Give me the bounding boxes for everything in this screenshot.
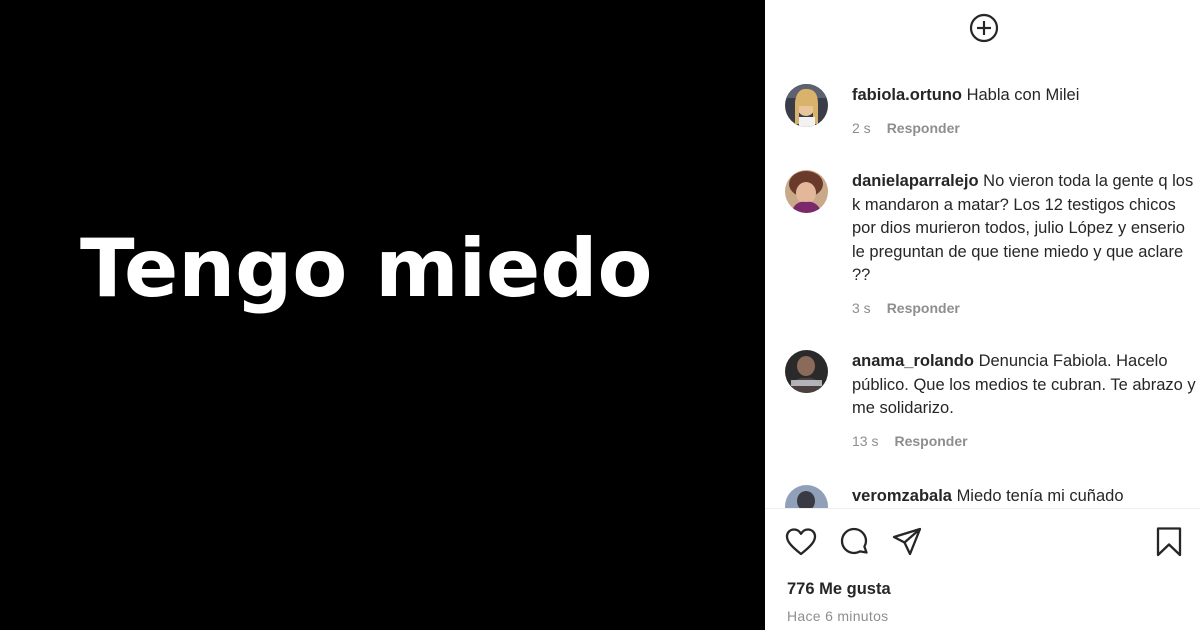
post-timestamp[interactable]: Hace 6 minutos <box>787 608 888 624</box>
reply-button[interactable]: Responder <box>894 430 967 454</box>
divider <box>765 508 1200 509</box>
reply-button[interactable]: Responder <box>887 117 960 141</box>
user-avatar-icon <box>785 350 828 393</box>
comment-body: veromzabala Miedo tenía mi cuñado <box>852 485 1197 508</box>
bookmark-icon <box>1156 527 1182 557</box>
add-comment-button[interactable] <box>968 12 1000 44</box>
avatar[interactable] <box>785 170 828 213</box>
comment-body: fabiola.ortuno Habla con Milei 2 s Respo… <box>852 84 1197 140</box>
avatar[interactable] <box>785 485 828 508</box>
plus-circle-icon <box>969 13 999 43</box>
media-caption-text: Tengo miedo <box>80 222 653 315</box>
reply-button[interactable]: Responder <box>887 297 960 321</box>
comment-time: 13 s <box>852 432 879 449</box>
comment-body: anama_rolando Denuncia Fabiola. Hacelo p… <box>852 350 1197 453</box>
comment-icon <box>840 527 868 555</box>
comment-username[interactable]: danielaparralejo <box>852 172 979 190</box>
comment-text: Miedo tenía mi cuñado <box>956 487 1124 505</box>
share-icon <box>892 527 922 556</box>
post-actions-bar <box>765 522 1200 566</box>
user-avatar-icon <box>785 170 828 213</box>
share-button[interactable] <box>889 522 925 562</box>
avatar[interactable] <box>785 84 828 127</box>
comment-button[interactable] <box>836 522 872 562</box>
like-button[interactable] <box>783 522 819 562</box>
comment-time: 2 s <box>852 119 871 136</box>
comment-text: Habla con Milei <box>966 86 1080 104</box>
heart-icon <box>785 528 817 556</box>
comment-username[interactable]: anama_rolando <box>852 352 974 370</box>
comment-username[interactable]: veromzabala <box>852 487 952 505</box>
post-media[interactable]: Tengo miedo <box>0 0 765 630</box>
avatar[interactable] <box>785 350 828 393</box>
comments-list[interactable]: fabiola.ortuno Habla con Milei 2 s Respo… <box>765 60 1200 508</box>
comment-time: 3 s <box>852 299 871 316</box>
save-button[interactable] <box>1151 522 1187 562</box>
post-side-panel: fabiola.ortuno Habla con Milei 2 s Respo… <box>765 0 1200 630</box>
likes-count[interactable]: 776 Me gusta <box>787 580 891 599</box>
comment-body: danielaparralejo No vieron toda la gente… <box>852 170 1197 320</box>
user-avatar-icon <box>785 84 828 127</box>
user-avatar-icon <box>785 485 828 508</box>
comment-username[interactable]: fabiola.ortuno <box>852 86 962 104</box>
